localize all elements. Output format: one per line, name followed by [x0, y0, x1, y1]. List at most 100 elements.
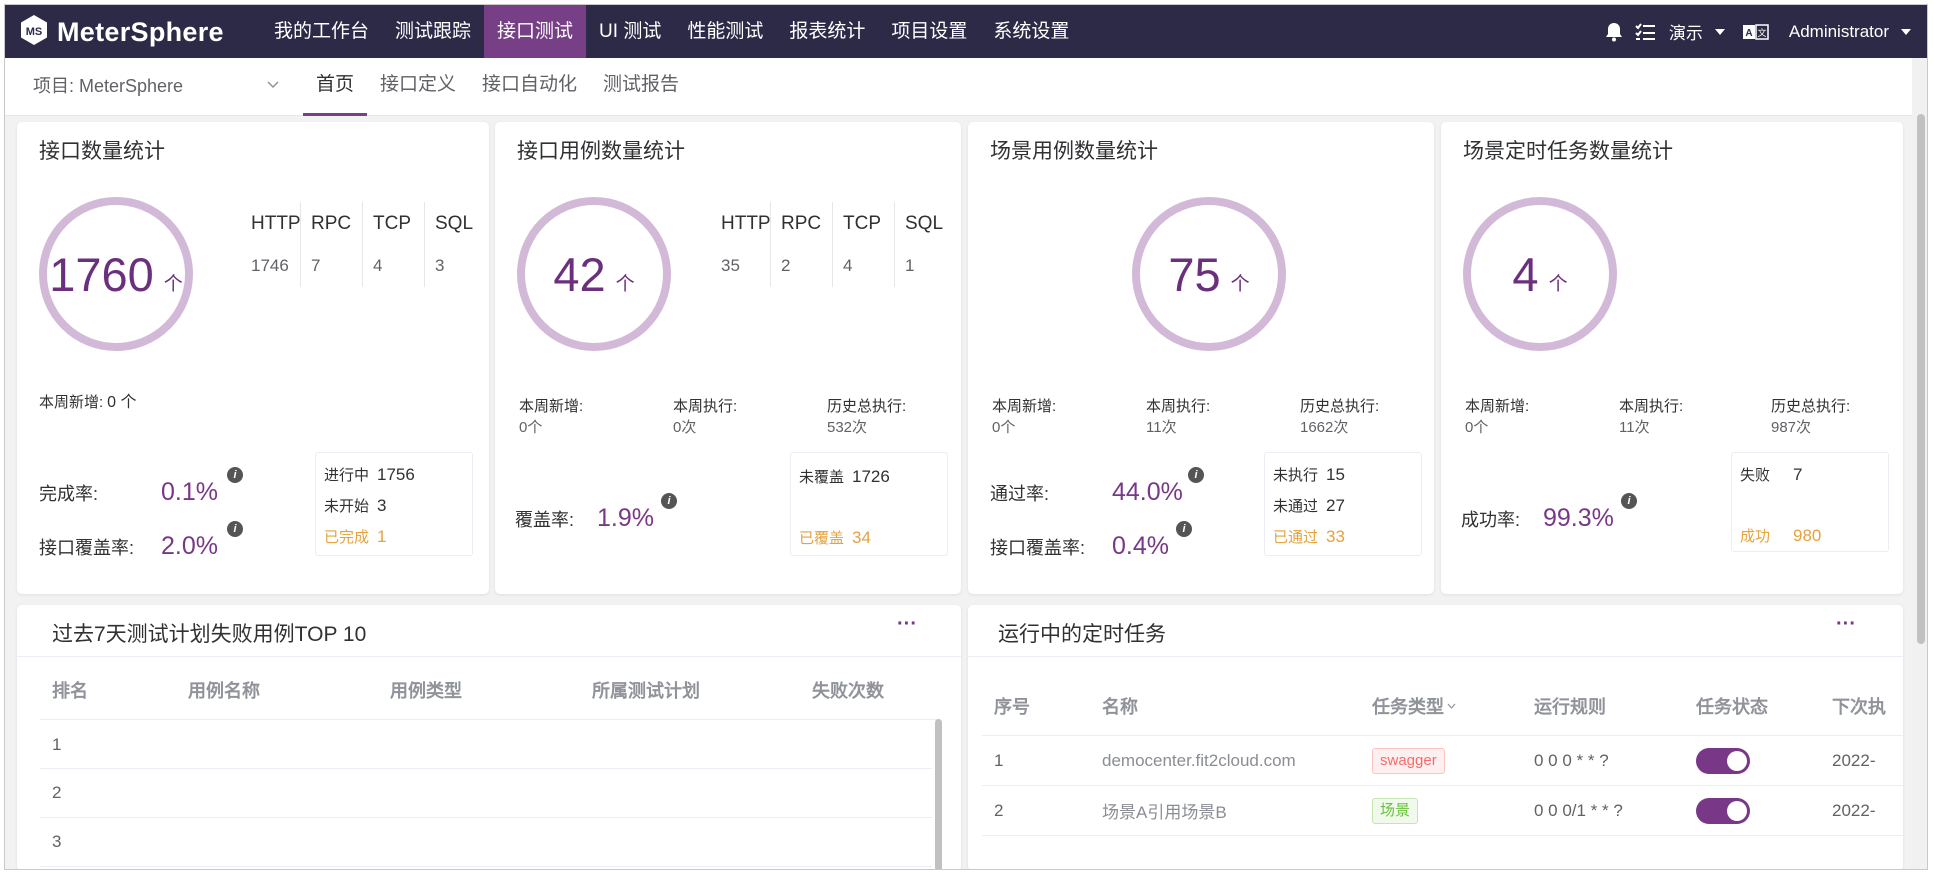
- nav-workbench[interactable]: 我的工作台: [261, 5, 382, 58]
- table-header: 序号 名称 任务类型 运行规则 任务状态 下次执: [982, 691, 1903, 721]
- col-case-name: 用例名称: [188, 681, 260, 701]
- completion-rate: 完成率: 0.1%: [39, 478, 218, 507]
- workspace-select[interactable]: 演示: [1669, 19, 1725, 44]
- status-box: 失败 7 成功 980: [1731, 452, 1889, 552]
- stat-total-exec: 历史总执行: 532次: [827, 396, 906, 438]
- nav-report[interactable]: 报表统计: [776, 5, 878, 58]
- table-row[interactable]: 3: [40, 818, 932, 867]
- bell-icon[interactable]: [1605, 22, 1623, 42]
- tab-api-automation[interactable]: 接口自动化: [469, 58, 590, 116]
- protocol-table: HTTP 1746 RPC 7 TCP 4 SQL 3: [241, 202, 485, 287]
- protocol-table: HTTP 35 RPC 2 TCP 4 SQL 1: [711, 202, 955, 287]
- stat-label: 历史总执行:: [827, 398, 907, 415]
- coverage-label: 覆盖率:: [515, 510, 575, 530]
- weekly-new: 本周新增: 0 个: [39, 392, 137, 413]
- tab-api-definition[interactable]: 接口定义: [367, 58, 469, 116]
- user-menu[interactable]: Administrator: [1789, 22, 1911, 42]
- stat-total-exec: 历史总执行: 1662次: [1300, 396, 1379, 438]
- name-cell: 场景A引用场景B: [1102, 803, 1227, 822]
- more-icon[interactable]: ···: [897, 613, 917, 636]
- col-task-type[interactable]: 任务类型: [1360, 693, 1522, 719]
- table-row[interactable]: 1 democenter.fit2cloud.com swagger 0 0 0…: [982, 736, 1903, 786]
- task-status-toggle[interactable]: [1696, 747, 1750, 774]
- status-value: 33: [1326, 526, 1345, 546]
- info-icon[interactable]: i: [1621, 493, 1637, 509]
- rank-cell: 1: [52, 734, 62, 754]
- info-icon[interactable]: i: [227, 521, 243, 537]
- stat-label: 本周执行:: [1146, 398, 1211, 415]
- status-value: 3: [377, 495, 387, 515]
- nav-test-track[interactable]: 测试跟踪: [382, 5, 484, 58]
- coverage-rate: 接口覆盖率: 0.4%: [990, 532, 1169, 561]
- status-row: 未开始 3: [324, 490, 472, 521]
- page-scrollbar[interactable]: [1912, 58, 1927, 869]
- more-icon[interactable]: ···: [1836, 613, 1856, 636]
- nav-project-settings[interactable]: 项目设置: [878, 5, 980, 58]
- protocol-value: 3: [435, 256, 445, 275]
- stat-label: 本周新增:: [992, 398, 1057, 415]
- stat-weekly-new: 本周新增: 0个: [992, 396, 1056, 438]
- nav-ui-test[interactable]: UI 测试: [586, 5, 674, 58]
- card-title: 场景定时任务数量统计: [1463, 140, 1673, 163]
- protocol-value: 2: [781, 256, 791, 275]
- svg-text:文: 文: [1757, 27, 1766, 39]
- stat-total-exec: 历史总执行: 987次: [1771, 396, 1850, 438]
- stat-weekly-exec: 本周执行: 11次: [1619, 396, 1683, 438]
- tab-home[interactable]: 首页: [303, 58, 368, 116]
- type-cell: 场景: [1360, 797, 1522, 824]
- case-total-ring: 42 个: [517, 197, 671, 351]
- protocol-value: 1746: [251, 256, 289, 275]
- status-label: 已覆盖: [799, 530, 845, 547]
- col-index: 序号: [994, 697, 1030, 717]
- stat-value: 0次: [673, 419, 697, 436]
- coverage-rate: 接口覆盖率: 2.0%: [39, 532, 218, 561]
- app-name: MeterSphere: [57, 16, 224, 47]
- protocol-name: TCP: [373, 213, 411, 234]
- table-row[interactable]: 2 场景A引用场景B 场景 0 0 0/1 * * ? 2022-: [982, 786, 1903, 836]
- status-row: 未通过 27: [1273, 490, 1421, 521]
- status-label: 未覆盖: [799, 469, 845, 486]
- stat-label: 本周执行:: [1619, 398, 1684, 415]
- protocol-value: 4: [843, 256, 853, 275]
- scrollbar-thumb[interactable]: [1917, 114, 1925, 644]
- rank-cell: 3: [52, 832, 62, 851]
- card-title: 场景用例数量统计: [990, 140, 1158, 163]
- task-type-tag: 场景: [1372, 797, 1419, 824]
- card-title: 过去7天测试计划失败用例TOP 10: [52, 623, 367, 646]
- col-rank: 排名: [52, 681, 88, 701]
- info-icon[interactable]: i: [661, 493, 677, 509]
- stat-value: 1662次: [1300, 419, 1349, 436]
- task-list-icon[interactable]: [1635, 22, 1655, 41]
- project-select[interactable]: 项目: MeterSphere: [33, 68, 285, 102]
- logo[interactable]: MS MeterSphere: [19, 14, 224, 50]
- stat-label: 本周执行:: [673, 398, 738, 415]
- col-run-rule: 运行规则: [1534, 697, 1606, 717]
- pass-label: 通过率:: [990, 484, 1050, 504]
- status-label: 成功: [1740, 528, 1771, 545]
- status-label: 未开始: [324, 498, 370, 515]
- nav-performance-test[interactable]: 性能测试: [674, 5, 776, 58]
- api-total-ring: 1760 个: [39, 197, 193, 351]
- table-scrollbar[interactable]: [935, 719, 942, 869]
- protocol-name: HTTP: [251, 213, 301, 234]
- info-icon[interactable]: i: [227, 467, 243, 483]
- tab-test-report[interactable]: 测试报告: [590, 58, 692, 116]
- table-row[interactable]: 1: [40, 721, 932, 769]
- sort-caret-icon: [1447, 703, 1456, 709]
- translate-icon[interactable]: A文: [1742, 23, 1769, 41]
- task-status-toggle[interactable]: [1696, 797, 1750, 824]
- table-row[interactable]: 2: [40, 769, 932, 818]
- stat-value: 532次: [827, 419, 868, 436]
- protocol-name: SQL: [435, 213, 474, 234]
- info-icon[interactable]: i: [1176, 521, 1192, 537]
- sub-header: 项目: MeterSphere 首页 接口定义 接口自动化 测试报告: [5, 58, 1912, 116]
- running-schedule-card: 运行中的定时任务 ··· 序号 名称 任务类型 运行规则 任务状态 下次执 1 …: [968, 605, 1903, 869]
- status-value: 15: [1326, 464, 1345, 484]
- col-case-type: 用例类型: [390, 681, 462, 701]
- success-rate: 成功率: 99.3%: [1461, 504, 1614, 533]
- protocol-value: 1: [905, 256, 915, 275]
- schedule-count-card: 场景定时任务数量统计 4 个 本周新增: 0个 本周执行: 11次 历史总执行: 98…: [1441, 122, 1903, 594]
- nav-api-test[interactable]: 接口测试: [484, 5, 587, 58]
- nav-system-settings[interactable]: 系统设置: [980, 5, 1082, 58]
- info-icon[interactable]: i: [1188, 467, 1204, 483]
